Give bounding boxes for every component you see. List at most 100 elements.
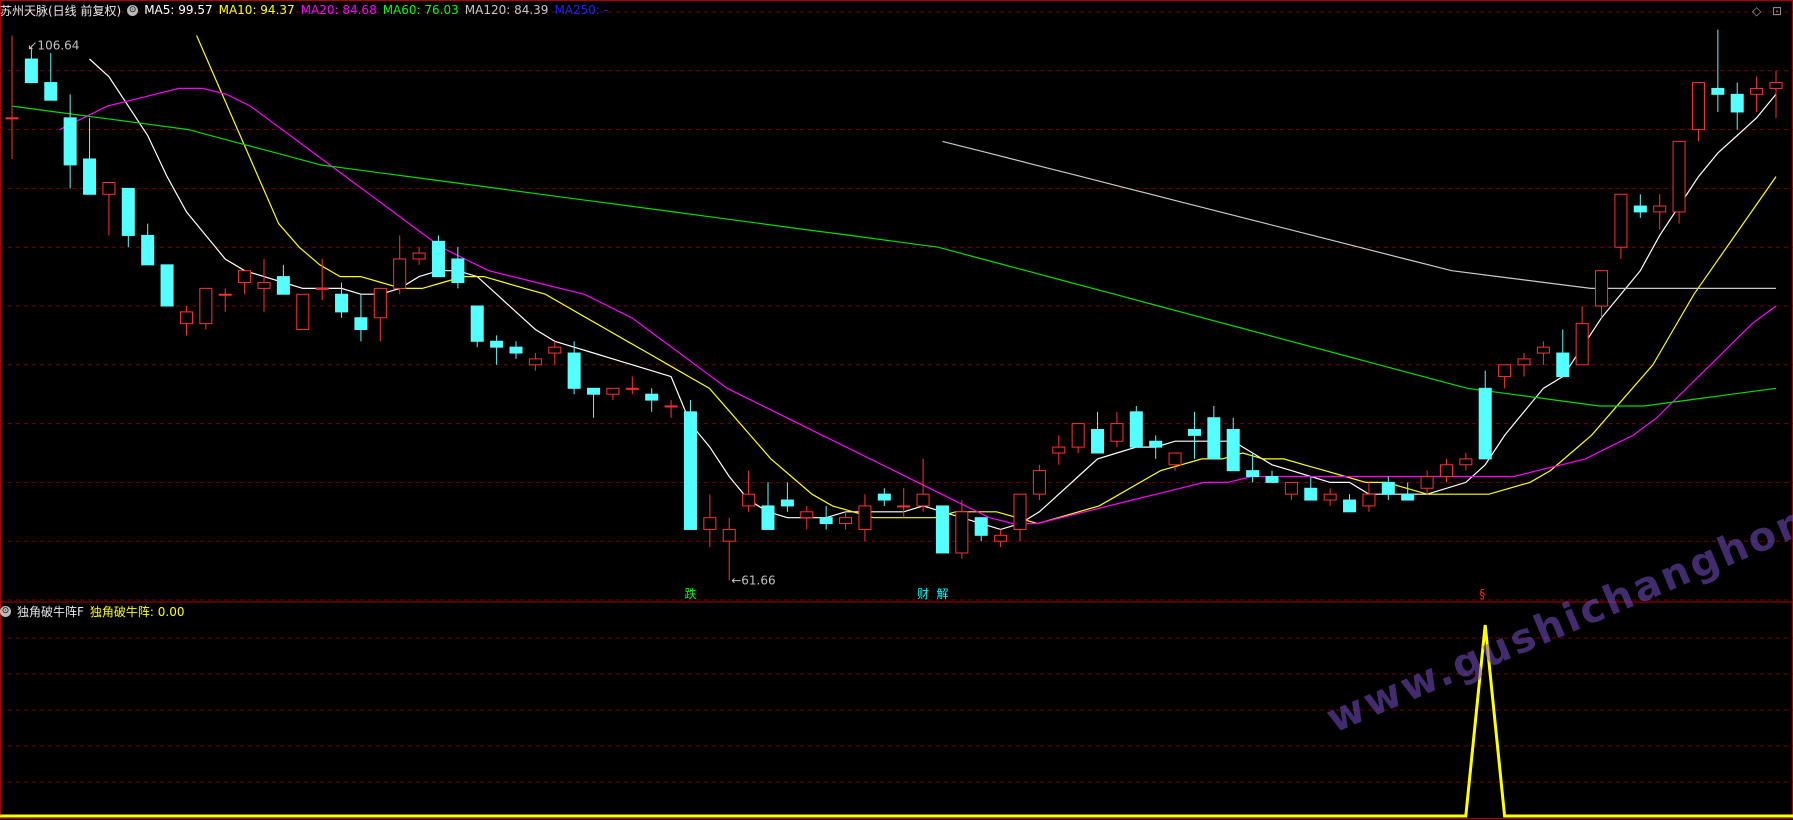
candle-body <box>742 493 756 507</box>
candle-body <box>897 505 911 508</box>
candle-body <box>160 264 174 307</box>
candle-body <box>974 517 988 536</box>
candle-body <box>315 287 329 290</box>
candle-body <box>1614 193 1628 248</box>
candle-body <box>1556 352 1570 378</box>
candle-body <box>1595 270 1609 307</box>
signal-marker: § <box>1479 587 1485 601</box>
candle-body <box>625 387 639 390</box>
candle-body <box>393 258 407 289</box>
candle-body <box>1439 464 1453 478</box>
candle-body <box>451 258 465 283</box>
candle-body <box>1478 387 1492 460</box>
candle-body <box>431 240 445 278</box>
candle-body <box>606 387 620 395</box>
chart-canvas[interactable]: ↙106.64 ←61.66 跌 财解 § <box>0 0 1793 820</box>
candle-body <box>1207 417 1221 460</box>
candle-body <box>1149 440 1163 448</box>
candle-body <box>238 270 252 283</box>
candle-body <box>1401 493 1415 501</box>
ma60-label: MA60: 76.03 <box>382 3 459 17</box>
signal-marker: 跌 <box>684 586 696 601</box>
main-header: 苏州天脉(日线 前复权) ⊙ MA5: 99.57 MA10: 94.37 MA… <box>0 0 614 20</box>
candle-body <box>257 281 271 289</box>
stock-title: 苏州天脉(日线 前复权) <box>0 3 122 18</box>
candle-body <box>819 517 833 525</box>
candle-body <box>683 411 697 530</box>
sub-header: ⊙ 独角破牛阵F 独角破牛阵: 0.00 <box>0 601 190 621</box>
candle-body <box>877 493 891 501</box>
candle-body <box>1653 205 1667 213</box>
candle-body <box>276 276 290 295</box>
candle-body <box>935 505 949 554</box>
ma120-label: MA120: 84.39 <box>464 3 549 17</box>
candle-body <box>1672 140 1686 213</box>
ma-line-ma60 <box>11 105 1777 407</box>
candle-body <box>1420 476 1434 489</box>
candle-body <box>1071 423 1085 448</box>
candle-body <box>335 293 349 313</box>
low-price-label: ←61.66 <box>731 573 775 587</box>
candle-body <box>296 293 310 331</box>
candle-body <box>1304 487 1318 501</box>
candle-body <box>1187 428 1201 436</box>
settings-icon[interactable]: ⊙ <box>127 4 139 16</box>
candle-body <box>548 346 562 354</box>
candle-body <box>1459 458 1473 466</box>
candle-body <box>645 393 659 401</box>
candle-body <box>800 511 814 519</box>
candle-body <box>1362 493 1376 507</box>
high-price-label: ↙106.64 <box>27 38 79 52</box>
candle-body <box>1032 470 1046 495</box>
signal-marker: 财 <box>917 587 929 601</box>
candle-body <box>1575 323 1589 366</box>
candle-body <box>1536 346 1550 354</box>
candle-body <box>1013 493 1027 530</box>
candle-body <box>587 387 601 395</box>
candle-body <box>102 182 116 195</box>
ma250-label: MA250: - <box>554 3 609 17</box>
indicator-value: 独角破牛阵: 0.00 <box>89 604 185 619</box>
candle-body <box>199 287 213 325</box>
candle-body <box>528 358 542 366</box>
candle-body <box>1246 470 1260 478</box>
candle-body <box>1226 428 1240 472</box>
candle-body <box>83 158 97 195</box>
ma5-label: MA5: 99.57 <box>144 3 213 17</box>
candle-body <box>1633 205 1647 213</box>
candle-body <box>955 511 969 554</box>
candle-body <box>664 405 678 408</box>
candle-body <box>1323 493 1337 501</box>
candle-body <box>703 517 717 530</box>
candle-body <box>24 58 38 84</box>
candle-body <box>1517 358 1531 366</box>
candle-body <box>218 293 232 296</box>
candle-body <box>1343 499 1357 513</box>
candle-body <box>1691 82 1705 131</box>
indicator-settings-icon[interactable]: ⊙ <box>0 605 11 617</box>
candle-body <box>858 505 872 530</box>
candle-body <box>1168 452 1182 466</box>
candle-body <box>1091 428 1105 454</box>
candle-body <box>1750 87 1764 95</box>
expand-icon[interactable]: ⊡ <box>1772 4 1782 18</box>
candle-body <box>780 499 794 507</box>
indicator-name: 独角破牛阵F <box>17 604 84 619</box>
candle-body <box>179 311 193 325</box>
diamond-icon[interactable]: ◇ <box>1752 4 1761 18</box>
frame <box>0 0 1793 819</box>
candle-body <box>1284 481 1298 495</box>
ma10-label: MA10: 94.37 <box>218 3 295 17</box>
candle-body <box>567 352 581 389</box>
candle-body <box>1730 93 1744 113</box>
candle-body <box>1711 87 1725 95</box>
candle-body <box>63 117 77 166</box>
candle-body <box>509 346 523 354</box>
signal-marker: 解 <box>936 587 948 601</box>
ma-line-ma10 <box>196 35 1777 525</box>
candle-body <box>1498 364 1512 378</box>
candle-body <box>5 117 19 120</box>
candle-body <box>470 305 484 342</box>
ma-line-ma120 <box>942 140 1776 289</box>
candle-body <box>839 517 853 525</box>
